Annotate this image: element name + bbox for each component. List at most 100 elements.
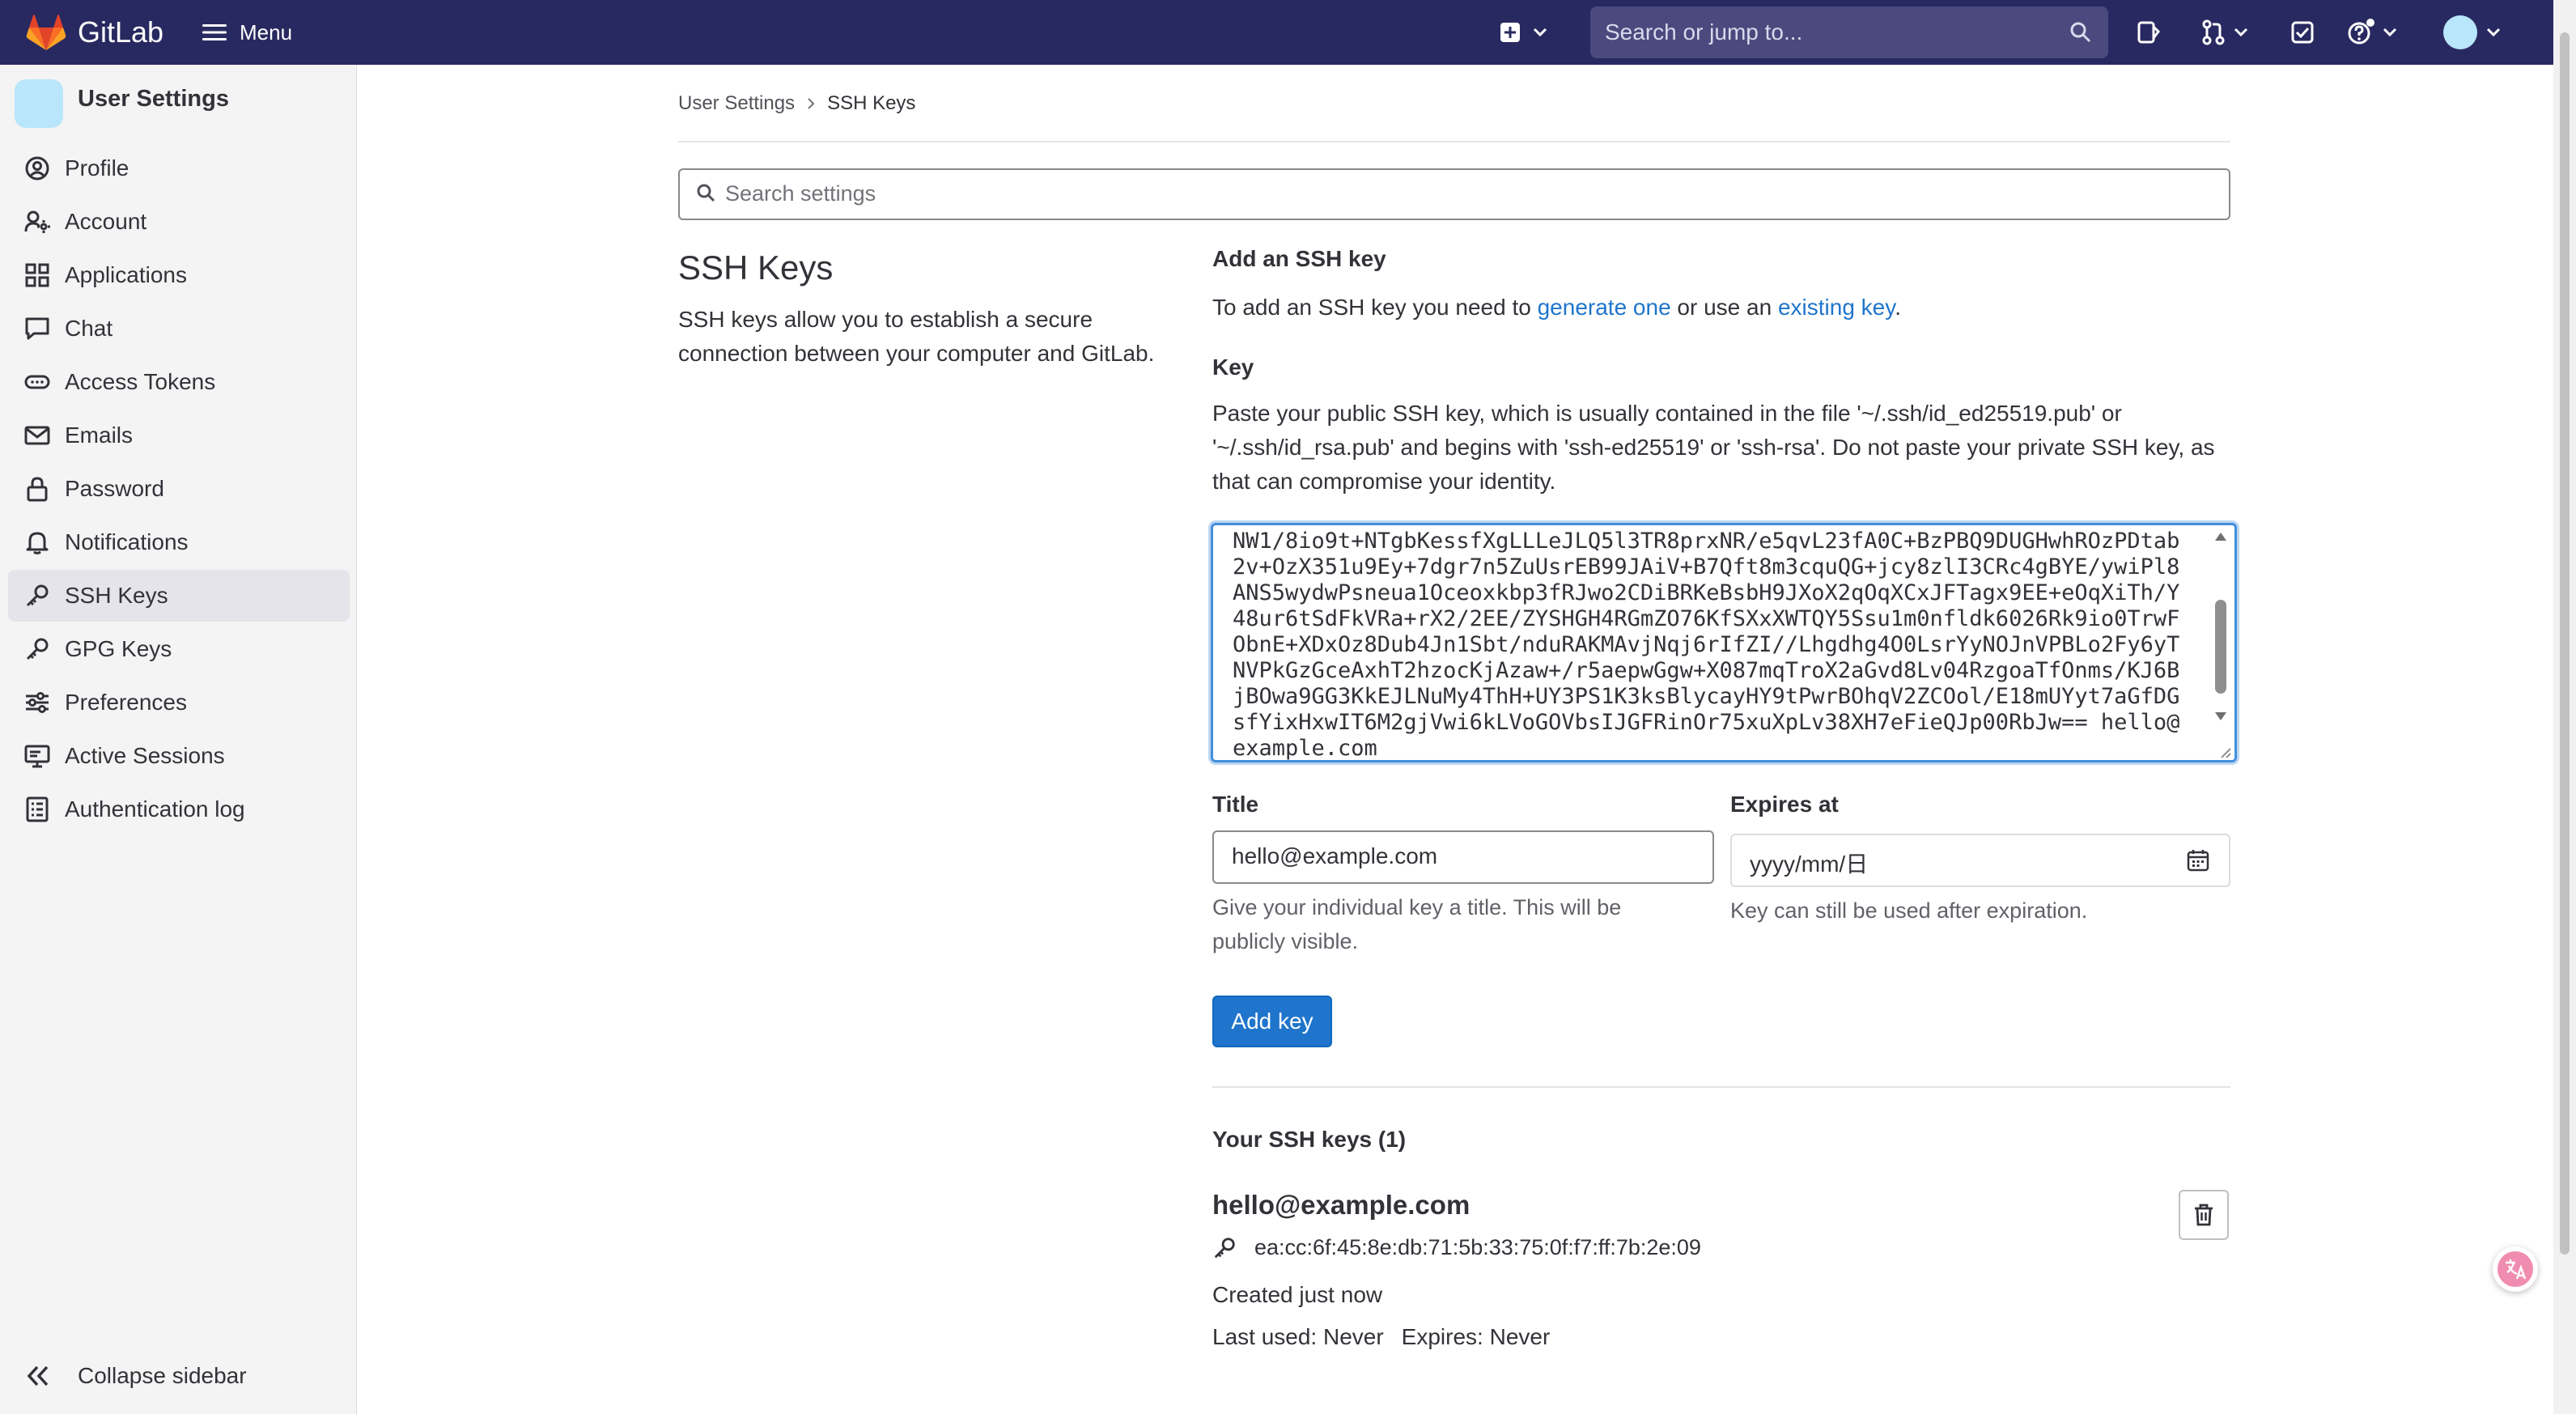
global-search-placeholder: Search or jump to... (1605, 19, 1803, 45)
sidebar-item-profile[interactable]: Profile (8, 142, 350, 194)
divider (678, 141, 2230, 142)
gitlab-brand-text[interactable]: GitLab (78, 15, 163, 50)
preferences-icon (24, 690, 50, 715)
translate-extension-button[interactable] (2493, 1246, 2538, 1292)
key-label: Key (1212, 355, 1254, 380)
search-icon (696, 183, 717, 204)
collapse-sidebar-label: Collapse sidebar (78, 1363, 247, 1388)
page-scrollbar[interactable] (2553, 0, 2576, 1414)
sidebar-item-applications[interactable]: Applications (8, 249, 350, 301)
help-dropdown[interactable] (2347, 16, 2397, 49)
scroll-down-arrow-icon[interactable] (2214, 711, 2227, 721)
sidebar-title[interactable]: User Settings (78, 86, 229, 113)
hamburger-icon (202, 23, 227, 42)
sidebar-item-active-sessions[interactable]: Active Sessions (8, 730, 350, 782)
sidebar: User Settings Profile Account Applicatio… (0, 65, 357, 1414)
user-menu-dropdown[interactable] (2442, 15, 2501, 50)
ssh-key-fingerprint-row: ea:cc:6f:45:8e:db:71:5b:33:75:0f:f7:ff:7… (1212, 1235, 1701, 1260)
sidebar-item-label: SSH Keys (65, 583, 168, 608)
add-ssh-key-intro: To add an SSH key you need to generate o… (1212, 291, 1901, 324)
main-menu-button[interactable]: Menu (202, 11, 292, 53)
sidebar-item-gpg-keys[interactable]: GPG Keys (8, 623, 350, 675)
ssh-key-fingerprint: ea:cc:6f:45:8e:db:71:5b:33:75:0f:f7:ff:7… (1254, 1235, 1701, 1259)
avatar (2442, 15, 2478, 50)
create-new-dropdown[interactable] (1499, 15, 1547, 50)
chevron-down-icon (2486, 28, 2501, 37)
ssh-key-textarea[interactable]: NW1/8io9t+NTgbKessfXgLLLeJLQ5l3TR8prxNR/… (1211, 523, 2237, 762)
generate-one-link[interactable]: generate one (1538, 295, 1671, 320)
sidebar-item-emails[interactable]: Emails (8, 410, 350, 461)
intro-text: To add an SSH key you need to (1212, 295, 1538, 320)
page-title: SSH Keys (678, 248, 834, 287)
key-icon (24, 636, 50, 662)
sidebar-item-label: Authentication log (65, 796, 245, 822)
settings-search-input[interactable]: Search settings (678, 168, 2230, 220)
resize-handle-icon[interactable] (2218, 745, 2231, 758)
todos-button[interactable] (2290, 16, 2315, 49)
scroll-up-arrow-icon[interactable] (2214, 532, 2227, 541)
your-ssh-keys-heading: Your SSH keys (1) (1212, 1127, 1407, 1152)
existing-key-link[interactable]: existing key (1778, 295, 1895, 320)
profile-icon (24, 155, 50, 181)
plus-square-icon (1499, 21, 1521, 44)
lock-icon (24, 476, 50, 502)
sidebar-item-label: Account (65, 209, 147, 234)
ssh-key-expires: Expires: Never (1401, 1324, 1551, 1349)
sidebar-item-label: Profile (65, 155, 129, 180)
gitlab-logo-icon[interactable] (26, 13, 66, 52)
intro-text: or use an (1670, 295, 1778, 320)
breadcrumb-ssh-keys[interactable]: SSH Keys (827, 91, 915, 117)
trash-icon (2192, 1203, 2215, 1227)
add-key-button[interactable]: Add key (1212, 996, 1332, 1047)
applications-icon (24, 262, 50, 288)
global-search-input[interactable]: Search or jump to... (1590, 6, 2108, 58)
bell-icon (24, 529, 50, 555)
sidebar-item-label: Password (65, 476, 164, 501)
translate-icon (2496, 1250, 2535, 1289)
sidebar-item-label: Notifications (65, 529, 189, 554)
help-icon (2347, 19, 2374, 46)
chevron-down-icon (2383, 28, 2397, 37)
search-icon (2069, 21, 2092, 44)
textarea-scrollbar-thumb[interactable] (2215, 600, 2226, 694)
section-description: SSH keys allow you to establish a secure… (678, 307, 1155, 366)
sidebar-item-label: Access Tokens (65, 369, 216, 394)
sidebar-item-ssh-keys[interactable]: SSH Keys (8, 570, 350, 622)
sidebar-item-authentication-log[interactable]: Authentication log (8, 783, 350, 835)
page-scrollbar-thumb[interactable] (2560, 32, 2570, 1255)
monitor-icon (24, 743, 50, 769)
ssh-key-title-link[interactable]: hello@example.com (1212, 1190, 1470, 1221)
sidebar-item-password[interactable]: Password (8, 463, 350, 515)
account-icon (24, 209, 50, 235)
breadcrumb: User Settings SSH Keys (678, 91, 915, 117)
chevron-right-icon (806, 97, 816, 110)
textarea-scrollbar[interactable] (2212, 532, 2230, 726)
sidebar-item-label: Active Sessions (65, 743, 225, 768)
sidebar-item-label: Applications (65, 262, 187, 287)
mail-icon (24, 423, 50, 448)
ssh-key-value: NW1/8io9t+NTgbKessfXgLLLeJLQ5l3TR8prxNR/… (1233, 529, 2180, 761)
expires-at-date-input[interactable]: yyyy/mm/日 (1730, 834, 2230, 887)
delete-key-button[interactable] (2179, 1190, 2229, 1240)
key-icon (24, 583, 50, 609)
calendar-icon[interactable] (2187, 849, 2209, 872)
sidebar-item-notifications[interactable]: Notifications (8, 516, 350, 568)
title-input[interactable]: hello@example.com (1212, 830, 1714, 884)
sidebar-item-account[interactable]: Account (8, 196, 350, 248)
expires-at-label: Expires at (1730, 792, 1839, 817)
merge-requests-dropdown[interactable] (2201, 16, 2248, 49)
sidebar-item-chat[interactable]: Chat (8, 303, 350, 355)
sidebar-item-preferences[interactable]: Preferences (8, 677, 350, 728)
title-input-value: hello@example.com (1232, 843, 1438, 868)
sidebar-item-label: Chat (65, 316, 113, 341)
breadcrumb-user-settings[interactable]: User Settings (678, 91, 795, 117)
sidebar-item-access-tokens[interactable]: Access Tokens (8, 356, 350, 408)
merge-request-icon (2201, 19, 2226, 45)
divider (1212, 1086, 2230, 1088)
chat-icon (24, 316, 50, 342)
issues-button[interactable] (2137, 16, 2161, 49)
main-menu-label: Menu (240, 19, 293, 45)
add-ssh-key-heading: Add an SSH key (1212, 246, 1386, 271)
collapse-sidebar-button[interactable]: Collapse sidebar (8, 1350, 350, 1402)
key-icon (1212, 1236, 1237, 1260)
